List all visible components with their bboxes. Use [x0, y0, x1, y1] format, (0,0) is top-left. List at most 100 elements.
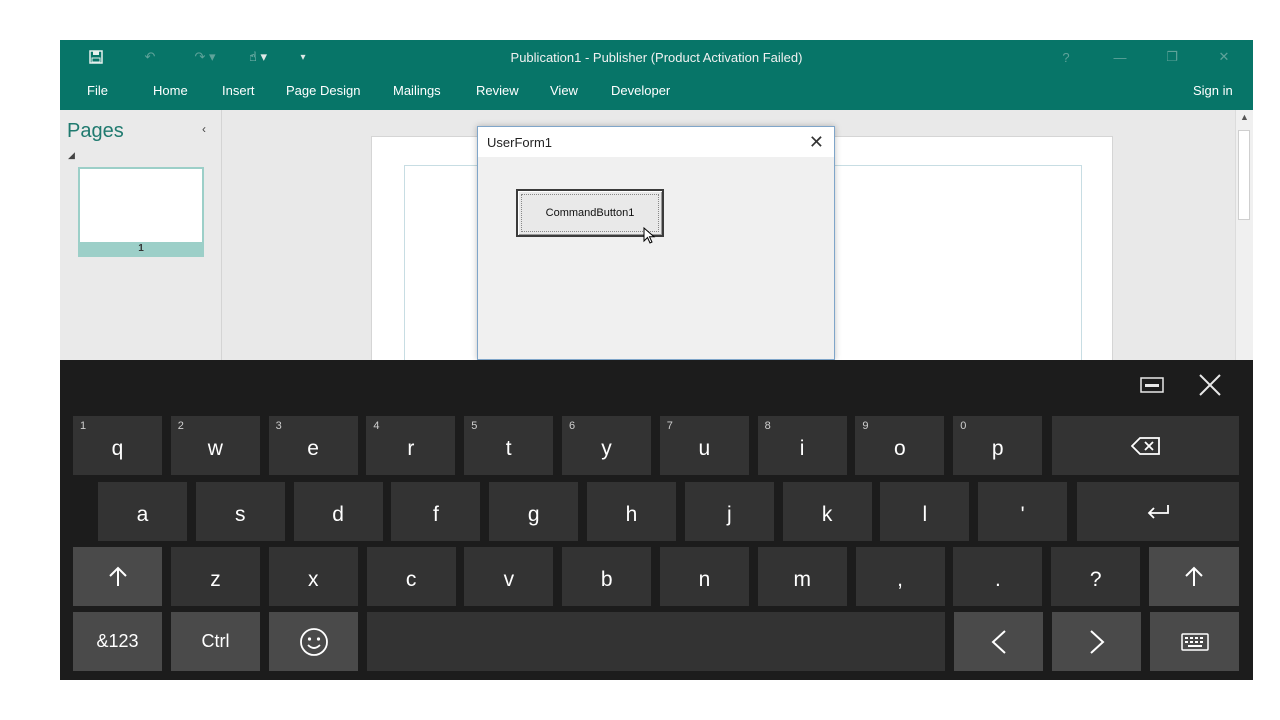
- key-v[interactable]: v: [464, 547, 554, 606]
- tab-developer[interactable]: Developer: [611, 83, 670, 98]
- tab-review[interactable]: Review: [476, 83, 519, 98]
- tab-mailings[interactable]: Mailings: [393, 83, 441, 98]
- key-c[interactable]: c: [366, 547, 456, 606]
- key-m[interactable]: m: [757, 547, 847, 606]
- key-period[interactable]: .: [953, 547, 1043, 606]
- key-label: t: [505, 436, 512, 460]
- close-icon[interactable]: ✕: [809, 132, 824, 153]
- key-y[interactable]: 6y: [562, 416, 651, 475]
- key-number-hint: 0: [960, 420, 967, 432]
- shift-key-left[interactable]: [73, 547, 162, 606]
- tab-insert[interactable]: Insert: [222, 83, 255, 98]
- scrollbar-thumb[interactable]: [1238, 130, 1250, 220]
- shift-icon: [1185, 566, 1203, 586]
- key-z[interactable]: z: [171, 547, 260, 606]
- key-n[interactable]: n: [660, 547, 749, 606]
- key-g[interactable]: g: [489, 482, 579, 541]
- shift-key-right[interactable]: [1149, 547, 1239, 606]
- key-label: y: [601, 436, 612, 460]
- page-thumbnail-number: 1: [80, 242, 202, 255]
- key-q[interactable]: 1q: [73, 416, 162, 475]
- key-t[interactable]: 5t: [464, 416, 554, 475]
- key-label: q: [111, 436, 124, 460]
- key-x[interactable]: x: [268, 547, 358, 606]
- left-arrow-key[interactable]: [954, 612, 1043, 671]
- right-arrow-icon: [1089, 629, 1104, 654]
- emoji-key[interactable]: [269, 612, 358, 671]
- key-e[interactable]: 3e: [268, 416, 358, 475]
- backspace-icon: [1130, 436, 1160, 455]
- ctrl-key[interactable]: Ctrl: [171, 612, 260, 671]
- right-arrow-key[interactable]: [1052, 612, 1141, 671]
- key-f[interactable]: f: [391, 482, 481, 541]
- collapse-pane-icon[interactable]: ‹: [202, 122, 206, 136]
- key-label: x: [308, 567, 319, 591]
- restore-icon[interactable]: ❐: [1160, 46, 1184, 68]
- key-label: i: [799, 436, 805, 460]
- ribbon-tabs: File Home Insert Page Design Mailings Re…: [60, 74, 1253, 110]
- help-icon[interactable]: ?: [1054, 46, 1078, 68]
- key-label: d: [332, 502, 344, 526]
- command-button[interactable]: CommandButton1: [516, 189, 664, 244]
- enter-key[interactable]: [1077, 482, 1239, 541]
- key-a[interactable]: a: [98, 482, 187, 541]
- page-thumbnail[interactable]: 1: [78, 167, 204, 257]
- tab-page-design[interactable]: Page Design: [286, 83, 360, 98]
- space-key[interactable]: [367, 612, 945, 671]
- pages-pane: Pages ‹ ◢ 1: [60, 110, 222, 360]
- key-label: ,: [897, 567, 904, 591]
- backspace-key[interactable]: [1052, 416, 1239, 475]
- key-r[interactable]: 4r: [366, 416, 456, 475]
- key-b[interactable]: b: [562, 547, 652, 606]
- userform-title-bar: UserForm1 ✕: [478, 127, 834, 157]
- tab-view[interactable]: View: [550, 83, 578, 98]
- key-label: c: [405, 567, 417, 591]
- key-k[interactable]: k: [782, 482, 872, 541]
- left-arrow-icon: [991, 629, 1006, 654]
- touch-keyboard: &123 Ctrl 1 q 2 w 3 e 4 r 5 t 6 y 7 u 8 i 9 o 0 p a s d f g h j k l '…: [60, 360, 1253, 680]
- vertical-scrollbar[interactable]: ▲: [1235, 110, 1253, 360]
- key-w[interactable]: 2w: [170, 416, 260, 475]
- key-question[interactable]: ?: [1051, 547, 1141, 606]
- title-bar: ↶ ↷ ▾ ☝ ▾ ▾ Publication1 - Publisher (Pr…: [60, 40, 1253, 74]
- key-h[interactable]: h: [587, 482, 676, 541]
- key-label: p: [991, 436, 1004, 460]
- key-apostrophe[interactable]: ': [978, 482, 1068, 541]
- key-comma[interactable]: ,: [855, 547, 945, 606]
- key-label: ': [1020, 502, 1025, 526]
- publisher-window: ↶ ↷ ▾ ☝ ▾ ▾ Publication1 - Publisher (Pr…: [60, 40, 1253, 680]
- key-label: r: [407, 436, 415, 460]
- userform-title: UserForm1: [487, 135, 553, 150]
- screen: ↶ ↷ ▾ ☝ ▾ ▾ Publication1 - Publisher (Pr…: [0, 0, 1280, 720]
- tab-file[interactable]: File: [87, 83, 108, 98]
- key-d[interactable]: d: [293, 482, 383, 541]
- key-number-hint: 9: [862, 420, 869, 432]
- userform-dialog: UserForm1 ✕ CommandButton1: [477, 126, 835, 360]
- keyboard-layout-key[interactable]: [1150, 612, 1239, 671]
- numbers-key[interactable]: &123: [73, 612, 162, 671]
- key-label: j: [726, 502, 732, 526]
- scroll-up-icon[interactable]: ▲: [1240, 112, 1249, 122]
- key-u[interactable]: 7u: [659, 416, 749, 475]
- close-window-icon[interactable]: ✕: [1212, 46, 1236, 68]
- mouse-cursor-icon: [643, 227, 656, 244]
- key-o[interactable]: 9o: [855, 416, 945, 475]
- minimize-icon[interactable]: —: [1108, 46, 1132, 68]
- key-s[interactable]: s: [195, 482, 285, 541]
- key-p[interactable]: 0p: [953, 416, 1043, 475]
- enter-icon: [1147, 504, 1169, 519]
- key-label: .: [994, 567, 1001, 591]
- close-keyboard-icon[interactable]: [1192, 370, 1228, 400]
- dock-icon[interactable]: [1134, 370, 1170, 400]
- tab-home[interactable]: Home: [153, 83, 188, 98]
- key-label: o: [894, 436, 906, 460]
- key-i[interactable]: 8i: [757, 416, 847, 475]
- key-j[interactable]: j: [684, 482, 774, 541]
- key-number-hint: 4: [373, 420, 380, 432]
- key-number-hint: 6: [569, 420, 576, 432]
- key-label: m: [793, 567, 812, 591]
- key-number-hint: 1: [80, 420, 87, 432]
- expand-triangle-icon[interactable]: ◢: [68, 150, 75, 161]
- key-l[interactable]: l: [880, 482, 970, 541]
- sign-in-link[interactable]: Sign in: [1193, 83, 1233, 98]
